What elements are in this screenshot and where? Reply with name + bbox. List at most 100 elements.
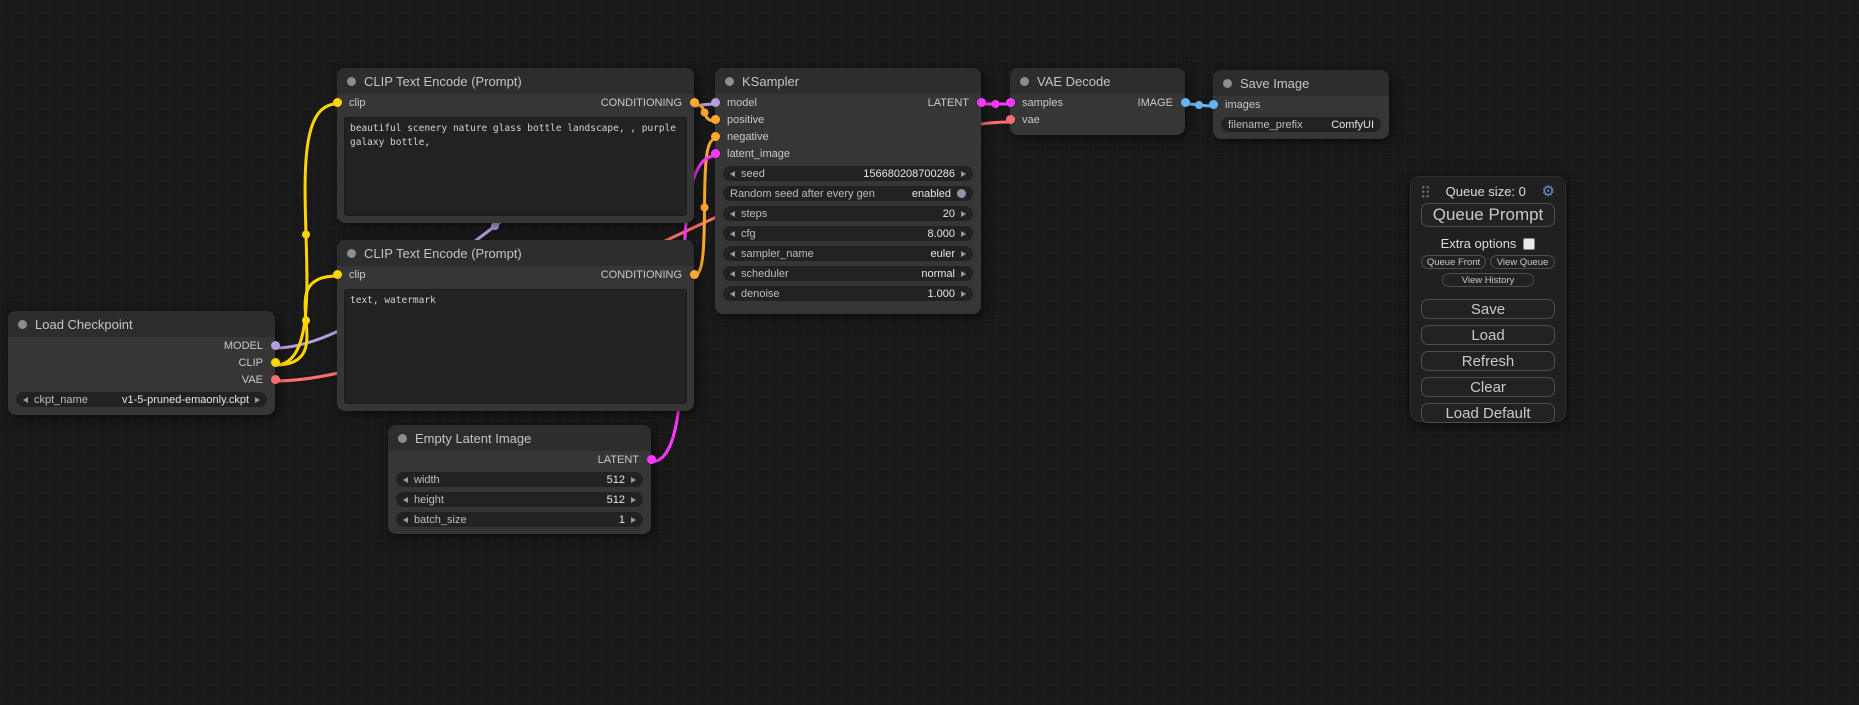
decrement-arrow-icon[interactable]	[730, 231, 735, 237]
random-seed-widget[interactable]: Random seed after every gen enabled	[723, 186, 973, 201]
negative-input-port[interactable]	[711, 132, 720, 141]
increment-arrow-icon[interactable]	[961, 171, 966, 177]
slot-row: vae	[1010, 111, 1185, 128]
widget-label: height	[414, 494, 444, 506]
node-vae-decode[interactable]: VAE Decode samples IMAGE vae	[1010, 68, 1185, 135]
increment-arrow-icon[interactable]	[961, 211, 966, 217]
vae-input-port[interactable]	[1006, 115, 1015, 124]
slot-label: negative	[727, 131, 769, 143]
increment-arrow-icon[interactable]	[631, 517, 636, 523]
increment-arrow-icon[interactable]	[961, 271, 966, 277]
node-title-bar[interactable]: Load Checkpoint	[8, 311, 275, 337]
decrement-arrow-icon[interactable]	[403, 477, 408, 483]
queue-size-label: Queue size: 0	[1430, 184, 1542, 199]
extra-options-row: Extra options	[1421, 236, 1555, 251]
extra-options-checkbox[interactable]	[1523, 238, 1535, 250]
node-title-bar[interactable]: KSampler	[715, 68, 981, 94]
output-slot-model: MODEL	[224, 340, 263, 352]
node-title-bar[interactable]: CLIP Text Encode (Prompt)	[337, 240, 694, 266]
sampler-name-widget[interactable]: sampler_name euler	[723, 246, 973, 261]
slot-row: MODEL	[8, 337, 275, 354]
images-input-port[interactable]	[1209, 100, 1218, 109]
node-save-image[interactable]: Save Image images filename_prefix ComfyU…	[1213, 70, 1389, 139]
vae-output-port[interactable]	[271, 375, 280, 384]
clip-input-port[interactable]	[333, 270, 342, 279]
view-history-button[interactable]: View History	[1442, 273, 1534, 287]
negative-prompt-textarea[interactable]: text, watermark	[344, 289, 687, 404]
collapse-dot-icon[interactable]	[725, 77, 734, 86]
node-title-bar[interactable]: CLIP Text Encode (Prompt)	[337, 68, 694, 94]
slot-row: positive	[715, 111, 981, 128]
queue-front-button[interactable]: Queue Front	[1421, 255, 1486, 269]
node-ksampler[interactable]: KSampler model LATENT positive negative	[715, 68, 981, 314]
output-slot-latent: LATENT	[598, 454, 639, 466]
conditioning-output-port[interactable]	[690, 98, 699, 107]
input-slot-latent-image: latent_image	[727, 148, 790, 160]
clip-output-port[interactable]	[271, 358, 280, 367]
collapse-dot-icon[interactable]	[347, 249, 356, 258]
input-slot-clip: clip	[349, 97, 366, 109]
image-output-port[interactable]	[1181, 98, 1190, 107]
node-clip-text-encode-positive[interactable]: CLIP Text Encode (Prompt) clip CONDITION…	[337, 68, 694, 223]
drag-handle-icon[interactable]	[1421, 185, 1430, 198]
filename-prefix-widget[interactable]: filename_prefix ComfyUI	[1221, 117, 1381, 132]
samples-input-port[interactable]	[1006, 98, 1015, 107]
node-clip-text-encode-negative[interactable]: CLIP Text Encode (Prompt) clip CONDITION…	[337, 240, 694, 411]
node-title-bar[interactable]: VAE Decode	[1010, 68, 1185, 94]
node-title: KSampler	[742, 74, 799, 89]
clip-input-port[interactable]	[333, 98, 342, 107]
increment-arrow-icon[interactable]	[631, 497, 636, 503]
height-widget[interactable]: height 512	[396, 492, 643, 507]
denoise-widget[interactable]: denoise 1.000	[723, 286, 973, 301]
collapse-dot-icon[interactable]	[1020, 77, 1029, 86]
load-button[interactable]: Load	[1421, 325, 1555, 345]
node-load-checkpoint[interactable]: Load Checkpoint MODEL CLIP VAE ckpt_name…	[8, 311, 275, 415]
seed-widget[interactable]: seed 156680208700286	[723, 166, 973, 181]
load-default-button[interactable]: Load Default	[1421, 403, 1555, 423]
increment-arrow-icon[interactable]	[961, 231, 966, 237]
clear-button[interactable]: Clear	[1421, 377, 1555, 397]
refresh-button[interactable]: Refresh	[1421, 351, 1555, 371]
model-output-port[interactable]	[271, 341, 280, 350]
latent-output-port[interactable]	[977, 98, 986, 107]
node-title-bar[interactable]: Empty Latent Image	[388, 425, 651, 451]
queue-prompt-button[interactable]: Queue Prompt	[1421, 203, 1555, 227]
latent-output-port[interactable]	[647, 455, 656, 464]
collapse-dot-icon[interactable]	[347, 77, 356, 86]
latent-image-input-port[interactable]	[711, 149, 720, 158]
width-widget[interactable]: width 512	[396, 472, 643, 487]
settings-gear-icon[interactable]: ⚙	[1542, 184, 1555, 199]
collapse-dot-icon[interactable]	[18, 320, 27, 329]
node-graph-canvas[interactable]: Load Checkpoint MODEL CLIP VAE ckpt_name…	[0, 0, 1859, 705]
decrement-arrow-icon[interactable]	[403, 517, 408, 523]
batch-size-widget[interactable]: batch_size 1	[396, 512, 643, 527]
save-button[interactable]: Save	[1421, 299, 1555, 319]
positive-prompt-textarea[interactable]: beautiful scenery nature glass bottle la…	[344, 117, 687, 216]
conditioning-output-port[interactable]	[690, 270, 699, 279]
decrement-arrow-icon[interactable]	[730, 291, 735, 297]
toggle-knob-icon[interactable]	[957, 189, 966, 198]
node-empty-latent-image[interactable]: Empty Latent Image LATENT width 512 heig…	[388, 425, 651, 534]
decrement-arrow-icon[interactable]	[403, 497, 408, 503]
increment-arrow-icon[interactable]	[631, 477, 636, 483]
decrement-arrow-icon[interactable]	[23, 397, 28, 403]
decrement-arrow-icon[interactable]	[730, 211, 735, 217]
steps-widget[interactable]: steps 20	[723, 206, 973, 221]
collapse-dot-icon[interactable]	[398, 434, 407, 443]
decrement-arrow-icon[interactable]	[730, 271, 735, 277]
ckpt-name-widget[interactable]: ckpt_name v1-5-pruned-emaonly.ckpt	[16, 392, 267, 407]
output-slot-clip: CLIP	[239, 357, 263, 369]
decrement-arrow-icon[interactable]	[730, 171, 735, 177]
model-input-port[interactable]	[711, 98, 720, 107]
increment-arrow-icon[interactable]	[961, 251, 966, 257]
node-title-bar[interactable]: Save Image	[1213, 70, 1389, 96]
increment-arrow-icon[interactable]	[961, 291, 966, 297]
scheduler-widget[interactable]: scheduler normal	[723, 266, 973, 281]
cfg-widget[interactable]: cfg 8.000	[723, 226, 973, 241]
positive-input-port[interactable]	[711, 115, 720, 124]
slot-label: MODEL	[224, 340, 263, 352]
view-queue-button[interactable]: View Queue	[1490, 255, 1555, 269]
decrement-arrow-icon[interactable]	[730, 251, 735, 257]
collapse-dot-icon[interactable]	[1223, 79, 1232, 88]
increment-arrow-icon[interactable]	[255, 397, 260, 403]
